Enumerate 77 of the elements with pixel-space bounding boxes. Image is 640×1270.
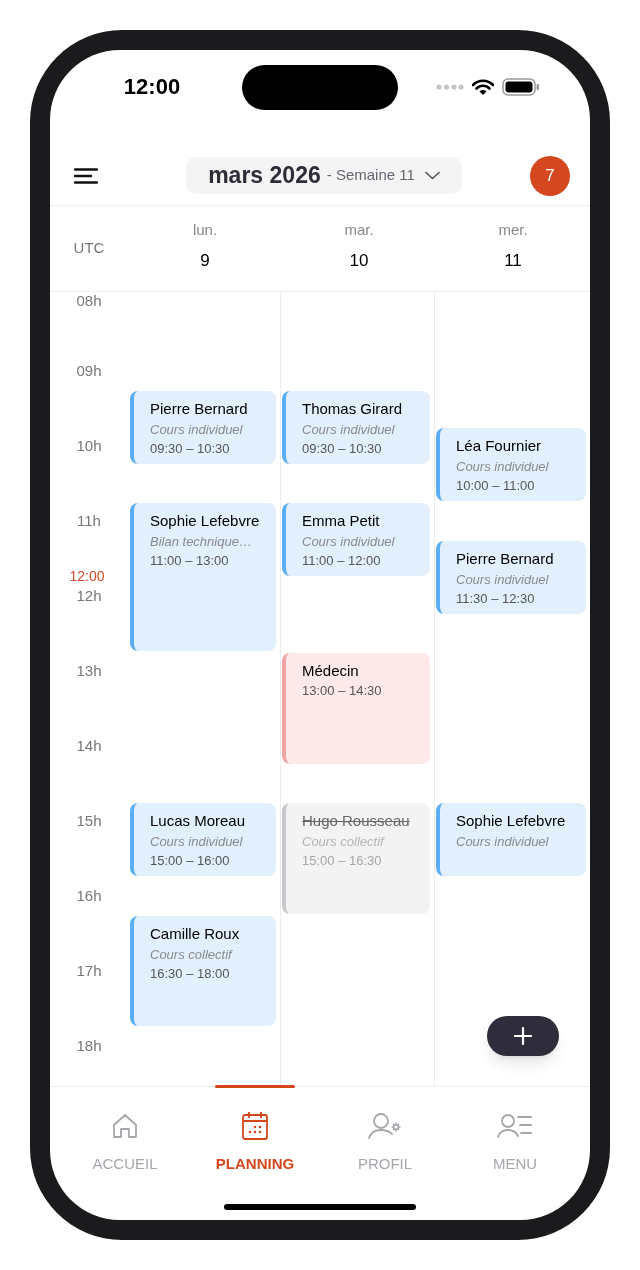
event-subtitle: Cours individuel [456, 833, 549, 851]
event-card[interactable]: Médecin 13:00 – 14:30 [282, 653, 430, 764]
day-date: 10 [349, 250, 369, 272]
day-name: mar. [344, 220, 374, 240]
user-gear-icon [367, 1112, 403, 1140]
add-button[interactable] [487, 1016, 559, 1056]
event-subtitle: Cours individuel [456, 458, 549, 476]
event-title: Lucas Moreau [150, 811, 246, 831]
event-time: 13:00 – 14:30 [302, 682, 382, 700]
event-subtitle: Cours collectif [302, 833, 384, 851]
hour-label: 12h [75, 587, 103, 605]
calendar-icon [241, 1111, 269, 1141]
tab-item[interactable]: PLANNING [190, 1087, 320, 1220]
day-name: mer. [498, 220, 528, 240]
event-title: Médecin [302, 661, 359, 681]
hour-label: 16h [75, 887, 103, 905]
signal-icon [436, 84, 464, 90]
event-title: Hugo Rousseau [302, 811, 410, 831]
hour-label: 10h [75, 437, 103, 455]
timezone-label: UTC [73, 238, 105, 259]
event-time: 11:00 – 12:00 [302, 552, 381, 570]
hour-label: 18h [75, 1037, 103, 1055]
menu-button[interactable] [74, 165, 100, 186]
event-time: 16:30 – 18:00 [150, 964, 230, 983]
hour-label: 13h [75, 662, 103, 680]
user-list-icon [497, 1112, 533, 1140]
home-icon [111, 1112, 139, 1140]
event-time: 10:00 – 11:00 [456, 477, 535, 495]
event-title: Thomas Girard [302, 398, 403, 419]
day-date: 9 [200, 250, 210, 272]
hour-label: 15h [75, 812, 103, 830]
event-card[interactable]: Thomas Girard Cours individuel 09:30 – 10:30 [282, 390, 430, 464]
event-subtitle: Bilan technique… [150, 533, 252, 551]
chevron-down-icon [424, 171, 440, 180]
event-title: Léa Fournier [456, 436, 542, 456]
event-time: 15:00 – 16:00 [150, 852, 230, 870]
event-subtitle: Cours individuel [150, 420, 243, 439]
hour-label: 14h [75, 737, 103, 755]
event-card[interactable]: Camille Roux Cours collectif 16:30 – 18:00 [130, 915, 276, 1026]
hour-label: 08h [75, 292, 103, 310]
event-title: Camille Roux [150, 923, 240, 944]
day-name: lun. [192, 220, 218, 240]
week-selector[interactable]: mars 2026 - Semaine 11 [186, 157, 462, 194]
event-card[interactable]: Pierre Bernard Cours individuel 11:30 – 12:30 [436, 540, 586, 614]
current-time-label: 12:00 [68, 567, 106, 585]
event-card[interactable]: Sophie Lefebvre Cours individuel [436, 803, 586, 876]
hour-label: 11h [76, 512, 102, 530]
event-time: 11:00 – 13:00 [150, 552, 229, 570]
event-title: Pierre Bernard [456, 548, 554, 569]
event-card[interactable]: Hugo Rousseau Cours collectif 15:00 – 16:30 [282, 803, 430, 914]
event-subtitle: Cours individuel [302, 420, 395, 439]
event-subtitle: Cours collectif [150, 945, 232, 964]
event-card[interactable]: Pierre Bernard Cours individuel 09:30 – 10:30 [130, 390, 276, 464]
event-time: 15:00 – 16:30 [302, 852, 382, 870]
menu-icon [74, 167, 98, 184]
event-time: 09:30 – 10:30 [150, 439, 230, 458]
event-subtitle: Cours individuel [150, 833, 243, 851]
hour-label: 09h [75, 362, 103, 380]
event-card[interactable]: Sophie Lefebvre Bilan technique… 11:00 – 13:00 [130, 503, 276, 651]
battery-icon [502, 78, 540, 96]
plus-icon [514, 1027, 532, 1045]
notification-badge[interactable]: 7 [530, 155, 570, 196]
event-title: Emma Petit [302, 511, 380, 531]
status-time: 12:00 [123, 73, 181, 101]
event-card[interactable]: Léa Fournier Cours individuel 10:00 – 11:00 [436, 428, 586, 501]
day-date: 11 [504, 250, 522, 272]
event-subtitle: Cours individuel [456, 570, 549, 589]
event-card[interactable]: Lucas Moreau Cours individuel 15:00 – 16:00 [130, 803, 276, 876]
event-subtitle: Cours individuel [302, 533, 395, 551]
event-title: Pierre Bernard [150, 398, 248, 419]
hour-label: 17h [75, 962, 103, 980]
wifi-icon [472, 78, 494, 96]
event-title: Sophie Lefebvre [456, 811, 566, 831]
event-time: 11:30 – 12:30 [456, 589, 535, 608]
event-title: Sophie Lefebvre [150, 511, 260, 531]
event-card[interactable]: Emma Petit Cours individuel 11:00 – 12:00 [282, 503, 430, 576]
event-time: 09:30 – 10:30 [302, 439, 382, 458]
